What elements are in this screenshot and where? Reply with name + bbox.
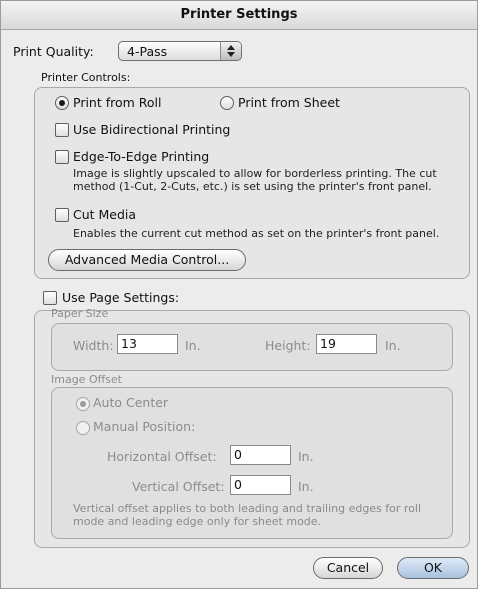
advanced-media-control-button[interactable]: Advanced Media Control... [48,249,246,271]
edge-to-edge-label: Edge-To-Edge Printing [73,149,210,164]
vertical-offset-input[interactable]: 0 [230,475,291,495]
print-from-roll-label: Print from Roll [73,95,162,110]
manual-position-label: Manual Position: [93,419,196,434]
cancel-button[interactable]: Cancel [313,557,383,579]
print-from-sheet-label: Print from Sheet [238,95,340,110]
horizontal-offset-input[interactable]: 0 [230,445,291,465]
cut-media-description: Enables the current cut method as set on… [73,227,440,240]
use-page-settings-checkbox[interactable] [43,291,57,305]
vertical-offset-unit: In. [298,479,314,494]
image-offset-title: Image Offset [51,373,122,386]
print-from-roll-radio[interactable] [55,96,69,110]
vertical-offset-label: Vertical Offset: [132,479,225,494]
window-title: Printer Settings [1,1,477,30]
width-input[interactable]: 13 [117,334,178,354]
printer-controls-title: Printer Controls: [41,71,131,84]
print-quality-value: 4-Pass [127,44,168,59]
cut-media-checkbox[interactable] [55,208,69,222]
cut-media-label: Cut Media [73,207,137,222]
edge-to-edge-description-1: Image is slightly upscaled to allow for … [73,167,437,180]
bidirectional-checkbox[interactable] [55,123,69,137]
horizontal-offset-unit: In. [298,449,314,464]
width-unit-label: In. [185,338,201,353]
edge-to-edge-checkbox[interactable] [55,150,69,164]
bidirectional-label: Use Bidirectional Printing [73,122,231,137]
print-quality-select[interactable]: 4-Pass [118,41,242,61]
paper-size-title: Paper Size [51,307,109,320]
manual-position-radio[interactable] [76,421,90,435]
auto-center-radio[interactable] [76,397,90,411]
height-label: Height: [265,338,311,353]
offset-note-1: Vertical offset applies to both leading … [73,502,422,515]
ok-button[interactable]: OK [397,557,469,579]
printer-settings-dialog: Printer Settings Print Quality: 4-Pass P… [0,0,478,589]
auto-center-label: Auto Center [93,395,169,410]
select-stepper-icon [220,42,241,60]
width-label: Width: [73,338,114,353]
print-from-sheet-radio[interactable] [220,96,234,110]
print-quality-label: Print Quality: [13,44,94,59]
height-unit-label: In. [385,338,401,353]
offset-note-2: mode and leading edge only for sheet mod… [73,515,322,528]
use-page-settings-label: Use Page Settings: [62,290,180,305]
height-input[interactable]: 19 [316,334,377,354]
edge-to-edge-description-2: method (1-Cut, 2-Cuts, etc.) is set usin… [73,180,432,193]
horizontal-offset-label: Horizontal Offset: [107,449,217,464]
